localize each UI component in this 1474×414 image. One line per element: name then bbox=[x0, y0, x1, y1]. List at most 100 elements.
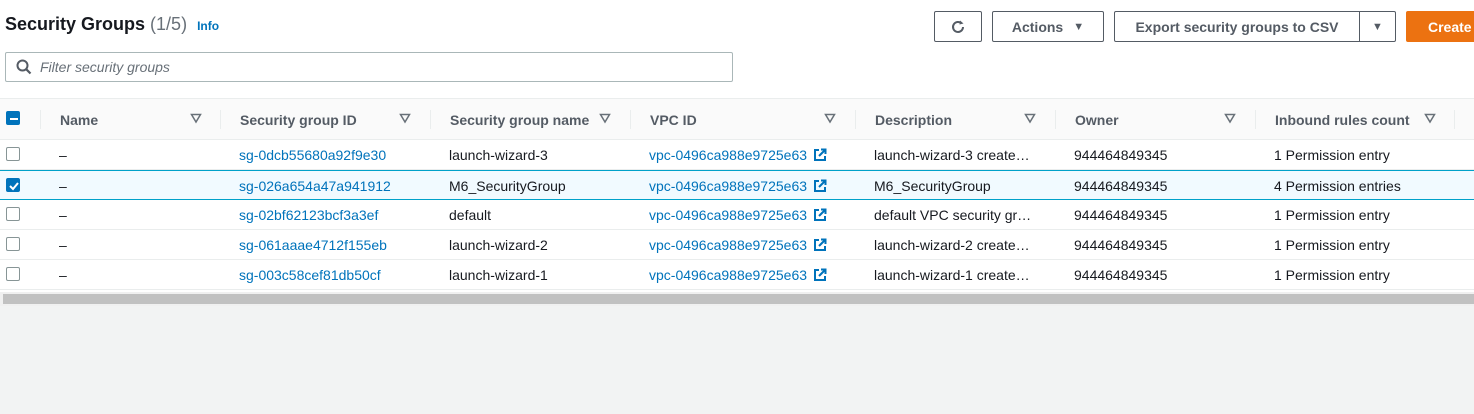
column-header-description[interactable]: Description bbox=[855, 99, 1055, 140]
cell-inbound-rules: 1 Permission entry bbox=[1274, 206, 1390, 223]
column-label: Description bbox=[875, 111, 953, 128]
cell-name: – bbox=[59, 146, 67, 163]
cell-sg-name: launch-wizard-2 bbox=[449, 236, 548, 253]
external-link-icon[interactable] bbox=[813, 268, 827, 282]
panel-header: Security Groups (1/5) Info bbox=[5, 14, 219, 38]
sort-icon[interactable] bbox=[599, 112, 611, 124]
column-header-name[interactable]: Name bbox=[40, 99, 220, 140]
caret-down-icon: ▼ bbox=[1372, 20, 1383, 33]
security-groups-panel: Security Groups (1/5) Info Actions ▼ Exp… bbox=[0, 0, 1474, 306]
column-header-sg-id[interactable]: Security group ID bbox=[220, 99, 430, 140]
page-title: Security Groups bbox=[5, 14, 146, 34]
table-row[interactable]: – sg-0dcb55680a92f9e30 launch-wizard-3 v… bbox=[0, 140, 1474, 170]
actions-label: Actions bbox=[1011, 18, 1064, 35]
row-checkbox[interactable] bbox=[6, 267, 20, 281]
cell-description: launch-wizard-3 create… bbox=[874, 146, 1030, 163]
export-csv-button[interactable]: Export security groups to CSV bbox=[1114, 11, 1360, 42]
cell-name: – bbox=[59, 206, 67, 223]
cell-owner: 944464849345 bbox=[1074, 206, 1168, 223]
cell-name: – bbox=[59, 266, 67, 283]
sg-id-link[interactable]: sg-0dcb55680a92f9e30 bbox=[239, 140, 424, 169]
filter-input[interactable] bbox=[40, 59, 720, 75]
cell-sg-name: launch-wizard-3 bbox=[449, 146, 548, 163]
row-checkbox[interactable] bbox=[6, 178, 20, 192]
table-row[interactable]: – sg-026a654a47a941912 M6_SecurityGroup … bbox=[0, 170, 1474, 200]
horizontal-scrollbar[interactable] bbox=[0, 292, 1474, 306]
cell-vpc-id: vpc-0496ca988e9725e63 bbox=[649, 171, 849, 200]
column-label: Inbound rules count bbox=[1275, 111, 1410, 128]
cell-owner: 944464849345 bbox=[1074, 266, 1168, 283]
vpc-id-link[interactable]: vpc-0496ca988e9725e63 bbox=[649, 147, 807, 163]
cell-description: M6_SecurityGroup bbox=[874, 177, 991, 194]
column-divider bbox=[430, 110, 431, 129]
sg-id-link[interactable]: sg-02bf62123bcf3a3ef bbox=[239, 200, 424, 229]
check-icon bbox=[9, 182, 19, 191]
create-security-group-button[interactable]: Create bbox=[1406, 11, 1474, 42]
sort-icon[interactable] bbox=[1424, 112, 1436, 124]
sg-id-link[interactable]: sg-061aaae4712f155eb bbox=[239, 230, 424, 259]
cell-inbound-rules: 1 Permission entry bbox=[1274, 146, 1390, 163]
external-link-icon[interactable] bbox=[813, 179, 827, 193]
create-label: Create bbox=[1428, 18, 1472, 35]
info-link[interactable]: Info bbox=[197, 19, 219, 33]
selection-count: (1/5) bbox=[150, 14, 188, 34]
actions-dropdown-button[interactable]: Actions ▼ bbox=[992, 11, 1104, 42]
cell-description: default VPC security gr… bbox=[874, 206, 1032, 223]
vpc-id-link[interactable]: vpc-0496ca988e9725e63 bbox=[649, 237, 807, 253]
cell-sg-name: M6_SecurityGroup bbox=[449, 177, 566, 194]
sg-id-link[interactable]: sg-026a654a47a941912 bbox=[239, 171, 424, 200]
cell-owner: 944464849345 bbox=[1074, 146, 1168, 163]
column-divider bbox=[1454, 110, 1455, 129]
sort-icon[interactable] bbox=[190, 112, 202, 124]
column-divider bbox=[1055, 110, 1056, 129]
sort-icon[interactable] bbox=[824, 112, 836, 124]
column-header-owner[interactable]: Owner bbox=[1055, 99, 1255, 140]
table-row[interactable]: – sg-061aaae4712f155eb launch-wizard-2 v… bbox=[0, 230, 1474, 260]
column-divider bbox=[1255, 110, 1256, 129]
cell-vpc-id: vpc-0496ca988e9725e63 bbox=[649, 140, 849, 169]
cell-inbound-rules: 4 Permission entries bbox=[1274, 177, 1401, 194]
cell-owner: 944464849345 bbox=[1074, 177, 1168, 194]
column-divider bbox=[855, 110, 856, 129]
column-header-inbound-rules[interactable]: Inbound rules count bbox=[1255, 99, 1474, 140]
table-header: Name Security group ID Security group na… bbox=[0, 98, 1474, 140]
refresh-button[interactable] bbox=[934, 11, 982, 42]
sort-icon[interactable] bbox=[399, 112, 411, 124]
column-header-sg-name[interactable]: Security group name bbox=[430, 99, 630, 140]
cell-vpc-id: vpc-0496ca988e9725e63 bbox=[649, 230, 849, 259]
filter-bar bbox=[5, 52, 733, 82]
scrollbar-thumb[interactable] bbox=[3, 294, 1474, 304]
sort-icon[interactable] bbox=[1224, 112, 1236, 124]
vpc-id-link[interactable]: vpc-0496ca988e9725e63 bbox=[649, 267, 807, 283]
cell-vpc-id: vpc-0496ca988e9725e63 bbox=[649, 260, 849, 289]
sort-icon[interactable] bbox=[1024, 112, 1036, 124]
external-link-icon[interactable] bbox=[813, 238, 827, 252]
table-body: – sg-0dcb55680a92f9e30 launch-wizard-3 v… bbox=[0, 140, 1474, 290]
vpc-id-link[interactable]: vpc-0496ca988e9725e63 bbox=[649, 178, 807, 194]
external-link-icon[interactable] bbox=[813, 208, 827, 222]
row-checkbox[interactable] bbox=[6, 147, 20, 161]
column-label: Name bbox=[60, 111, 99, 128]
cell-description: launch-wizard-1 create… bbox=[874, 266, 1030, 283]
column-header-vpc-id[interactable]: VPC ID bbox=[630, 99, 855, 140]
table-row[interactable]: – sg-02bf62123bcf3a3ef default vpc-0496c… bbox=[0, 200, 1474, 230]
external-link-icon[interactable] bbox=[813, 148, 827, 162]
row-checkbox[interactable] bbox=[6, 237, 20, 251]
select-all-checkbox[interactable] bbox=[6, 111, 20, 125]
column-label: Security group ID bbox=[240, 111, 357, 128]
export-options-button[interactable]: ▼ bbox=[1359, 11, 1396, 42]
cell-owner: 944464849345 bbox=[1074, 236, 1168, 253]
caret-down-icon: ▼ bbox=[1073, 20, 1085, 33]
column-label: VPC ID bbox=[650, 111, 697, 128]
row-checkbox[interactable] bbox=[6, 207, 20, 221]
cell-name: – bbox=[59, 177, 67, 194]
cell-description: launch-wizard-2 create… bbox=[874, 236, 1030, 253]
sg-id-link[interactable]: sg-003c58cef81db50cf bbox=[239, 260, 424, 289]
column-label: Owner bbox=[1075, 111, 1119, 128]
vpc-id-link[interactable]: vpc-0496ca988e9725e63 bbox=[649, 207, 807, 223]
column-label: Security group name bbox=[450, 111, 590, 128]
column-divider bbox=[40, 110, 41, 129]
table-row[interactable]: – sg-003c58cef81db50cf launch-wizard-1 v… bbox=[0, 260, 1474, 290]
refresh-icon bbox=[952, 20, 964, 33]
cell-inbound-rules: 1 Permission entry bbox=[1274, 236, 1390, 253]
